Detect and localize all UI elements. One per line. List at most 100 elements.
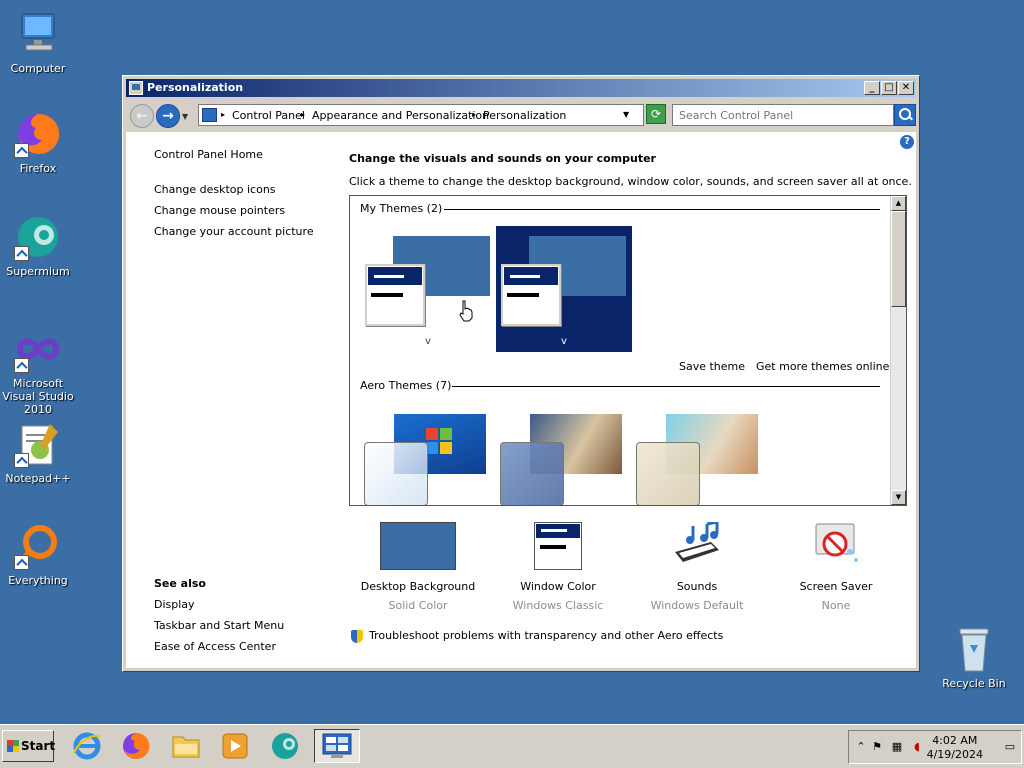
breadcrumb-personalization[interactable]: Personalization	[483, 109, 566, 122]
address-dropdown-icon[interactable]: ▼	[623, 110, 629, 119]
see-also-heading: See also	[154, 577, 206, 590]
page-subtitle: Click a theme to change the desktop back…	[349, 175, 912, 188]
uac-shield-icon	[351, 629, 363, 643]
ease-of-access-link[interactable]: Ease of Access Center	[154, 640, 276, 653]
clock[interactable]: 4:02 AM 4/19/2024	[927, 734, 983, 762]
recent-pages-dropdown-icon[interactable]: ▼	[182, 112, 188, 121]
close-button[interactable]: ✕	[898, 81, 914, 95]
desktop-icon-label: Firefox	[19, 162, 57, 175]
desktop-icon-computer[interactable]: Computer	[0, 10, 78, 75]
window-color-setting[interactable]: Window Color Windows Classic	[498, 522, 618, 612]
aero-theme-characters[interactable]	[636, 408, 772, 505]
theme-window-preview	[365, 264, 425, 326]
windows-flag-icon	[7, 740, 19, 752]
shortcut-arrow-icon	[14, 453, 29, 468]
section-divider	[444, 209, 880, 210]
taskbar-internet-explorer[interactable]	[70, 729, 104, 763]
change-mouse-pointers-link[interactable]: Change mouse pointers	[154, 204, 285, 217]
action-center-flag-icon[interactable]: ⚑	[871, 741, 883, 753]
forward-button[interactable]: →	[156, 104, 180, 128]
theme-list-scrollbar[interactable]: ▲ ▼	[890, 196, 906, 505]
breadcrumb-separator-icon[interactable]: ▸	[221, 110, 225, 119]
search-input[interactable]	[672, 104, 894, 126]
forward-arrow-icon: →	[162, 108, 174, 124]
desktop-background-setting[interactable]: Desktop Background Solid Color	[358, 522, 478, 612]
desktop-icon-label: Recycle Bin	[942, 677, 1006, 690]
glass-color-preview	[364, 442, 428, 505]
window-icon	[129, 81, 143, 95]
setting-value: None	[821, 599, 851, 612]
setting-name: Desktop Background	[360, 580, 476, 593]
minimize-button[interactable]: _	[864, 81, 880, 95]
save-theme-link[interactable]: Save theme	[679, 360, 745, 373]
address-bar: ← → ▼ ▸ Control Panel ▸ Appearance and P…	[126, 100, 916, 130]
desktop-icon-label: Microsoft Visual Studio 2010	[2, 377, 74, 416]
search-icon[interactable]	[894, 104, 916, 126]
breadcrumb[interactable]: ▸ Control Panel ▸ Appearance and Persona…	[198, 104, 644, 126]
screen-saver-icon	[798, 522, 874, 570]
scroll-down-arrow-icon[interactable]: ▼	[891, 490, 906, 505]
theme-caption: v	[425, 336, 431, 347]
refresh-button[interactable]: ⟳	[646, 104, 666, 124]
theme-list[interactable]: My Themes (2) v v Save theme Get more th…	[349, 195, 907, 506]
breadcrumb-appearance[interactable]: Appearance and Personalization	[312, 109, 489, 122]
troubleshoot-link[interactable]: Troubleshoot problems with transparency …	[351, 629, 723, 643]
show-desktop-icon[interactable]: ▭	[1003, 741, 1017, 753]
supermium-icon	[14, 213, 62, 261]
theme-thumbnail[interactable]: v	[360, 226, 496, 352]
desktop-icon-notepadpp[interactable]: Notepad++	[0, 420, 78, 485]
taskbar-personalization[interactable]	[314, 729, 360, 763]
scroll-thumb[interactable]	[891, 211, 906, 307]
start-button[interactable]: Start	[2, 730, 55, 762]
get-more-themes-link[interactable]: Get more themes online	[756, 360, 889, 373]
desktop-icon-firefox[interactable]: Firefox	[0, 110, 78, 175]
display-link[interactable]: Display	[154, 598, 195, 611]
clock-time: 4:02 AM	[932, 734, 978, 747]
taskbar-firefox[interactable]	[119, 729, 153, 763]
maximize-button[interactable]: □	[881, 81, 897, 95]
troubleshoot-label: Troubleshoot problems with transparency …	[369, 629, 724, 642]
sounds-setting[interactable]: Sounds Windows Default	[637, 522, 757, 612]
setting-name: Window Color	[520, 580, 596, 593]
taskbar-start-menu-link[interactable]: Taskbar and Start Menu	[154, 619, 284, 632]
my-themes-header: My Themes (2)	[360, 202, 443, 215]
aero-theme-architecture[interactable]	[500, 408, 636, 505]
taskbar-file-explorer[interactable]	[169, 729, 203, 763]
control-panel-home-link[interactable]: Control Panel Home	[154, 148, 263, 161]
desktop-icon-recycle-bin[interactable]: Recycle Bin	[934, 625, 1014, 690]
firefox-icon	[14, 110, 62, 158]
breadcrumb-separator-icon[interactable]: ▸	[301, 110, 305, 119]
desktop-icon-supermium[interactable]: Supermium	[0, 213, 78, 278]
taskbar-media-player[interactable]	[218, 729, 252, 763]
personalization-window: Personalization _ □ ✕ ← → ▼ ▸ Control Pa…	[122, 75, 920, 672]
breadcrumb-control-panel[interactable]: Control Panel	[232, 109, 305, 122]
computer-icon	[14, 10, 62, 58]
network-icon[interactable]: ▦	[891, 741, 903, 753]
shortcut-arrow-icon	[14, 555, 29, 570]
media-player-icon	[222, 733, 248, 759]
theme-thumbnail-selected[interactable]: v	[496, 226, 632, 352]
title-bar[interactable]: Personalization _ □ ✕	[126, 79, 916, 97]
aero-theme-windows7[interactable]	[364, 408, 500, 505]
hand-cursor-icon	[459, 300, 473, 322]
breadcrumb-separator-icon[interactable]: ▸	[472, 110, 476, 119]
back-button[interactable]: ←	[130, 104, 154, 128]
system-tray: ⌃ ⚑ ▦ ◖ 4:02 AM 4/19/2024 ▭	[848, 730, 1022, 764]
change-account-picture-link[interactable]: Change your account picture	[154, 225, 314, 238]
aero-themes-header: Aero Themes (7)	[360, 379, 452, 392]
shortcut-arrow-icon	[14, 143, 29, 158]
desktop-background-icon	[380, 522, 456, 570]
window-title: Personalization	[147, 81, 244, 94]
clock-date: 4/19/2024	[926, 748, 983, 761]
screen-saver-setting[interactable]: Screen Saver None	[776, 522, 896, 612]
volume-muted-icon[interactable]: ◖	[911, 741, 923, 753]
desktop-icon-visual-studio[interactable]: Microsoft Visual Studio 2010	[0, 325, 78, 416]
desktop-icon-label: Supermium	[6, 265, 70, 278]
section-divider	[452, 386, 880, 387]
show-hidden-icons-icon[interactable]: ⌃	[855, 741, 867, 753]
help-icon[interactable]: ?	[900, 135, 914, 149]
desktop-icon-everything[interactable]: Everything	[0, 522, 78, 587]
change-desktop-icons-link[interactable]: Change desktop icons	[154, 183, 276, 196]
scroll-up-arrow-icon[interactable]: ▲	[891, 196, 906, 211]
taskbar-supermium[interactable]	[268, 729, 302, 763]
